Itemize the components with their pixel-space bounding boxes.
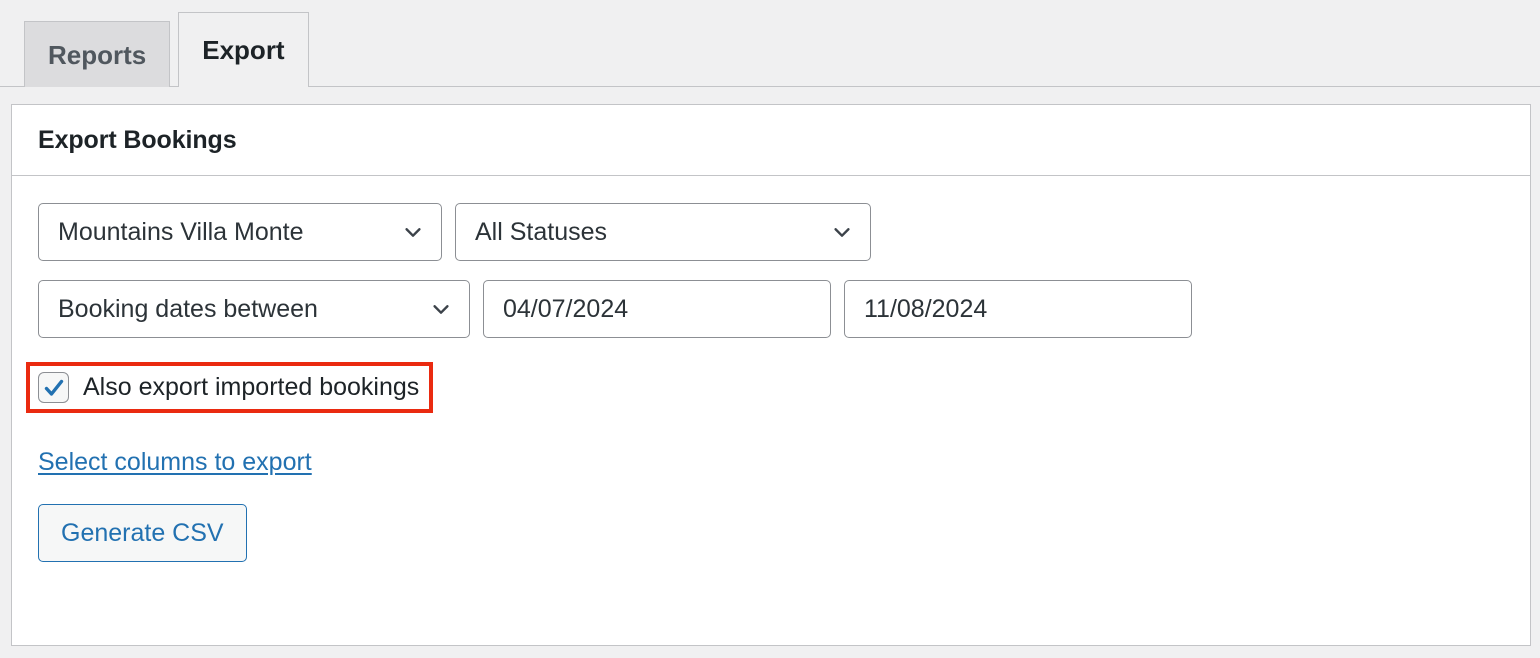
filter-row-dates: Booking dates between [38, 280, 1504, 338]
date-mode-select[interactable]: Booking dates between [38, 280, 470, 338]
tab-strip: Reports Export [0, 0, 1540, 88]
page-title: Export Bookings [38, 125, 237, 154]
select-columns-link[interactable]: Select columns to export [38, 448, 312, 476]
tab-export[interactable]: Export [178, 12, 309, 88]
date-mode-select-value: Booking dates between [58, 294, 318, 323]
panel-body: Mountains Villa Monte All Statuses Booki… [12, 176, 1530, 562]
date-from-input[interactable] [483, 280, 831, 338]
tab-reports-label: Reports [48, 39, 147, 70]
checkmark-icon [44, 379, 63, 396]
imported-bookings-highlight: Also export imported bookings [26, 362, 434, 413]
panel-header: Export Bookings [12, 105, 1530, 176]
status-select[interactable]: All Statuses [455, 203, 871, 261]
imported-bookings-checkbox[interactable] [38, 372, 69, 403]
date-mode-select-wrapper: Booking dates between [38, 280, 470, 338]
status-select-wrapper: All Statuses [455, 203, 871, 261]
export-panel: Export Bookings Mountains Villa Monte Al… [11, 104, 1531, 646]
columns-link-row: Select columns to export [38, 448, 1504, 477]
filter-row-primary: Mountains Villa Monte All Statuses [38, 203, 1504, 261]
property-select[interactable]: Mountains Villa Monte [38, 203, 442, 261]
tab-reports[interactable]: Reports [24, 21, 171, 87]
date-to-input[interactable] [844, 280, 1192, 338]
imported-bookings-label: Also export imported bookings [83, 373, 420, 401]
property-select-wrapper: Mountains Villa Monte [38, 203, 442, 261]
tab-export-label: Export [202, 35, 285, 65]
generate-csv-button[interactable]: Generate CSV [38, 504, 247, 562]
imported-bookings-checkbox-row[interactable]: Also export imported bookings [38, 372, 419, 403]
property-select-value: Mountains Villa Monte [58, 217, 304, 246]
status-select-value: All Statuses [475, 217, 608, 246]
